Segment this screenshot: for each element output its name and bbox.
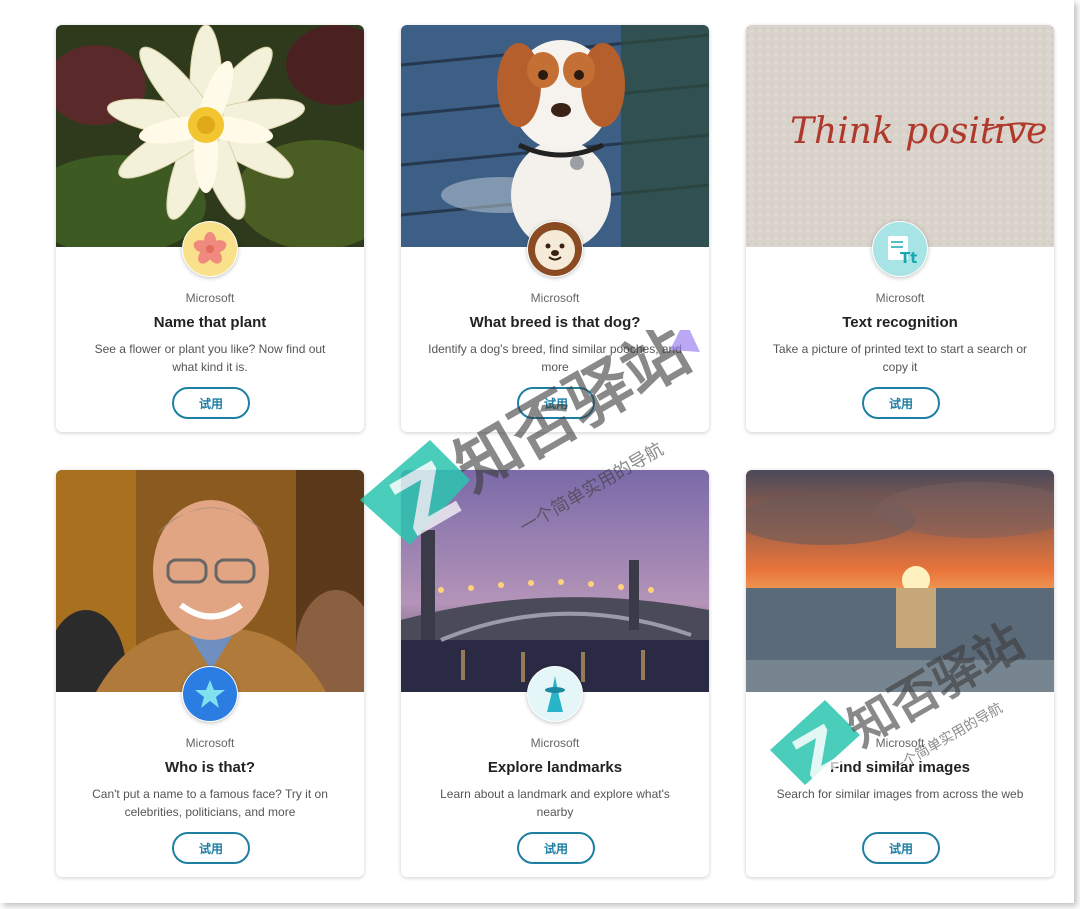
publisher-label: Microsoft — [875, 736, 925, 750]
try-button[interactable]: 试用 — [862, 832, 940, 864]
card-title: Find similar images — [829, 759, 971, 776]
try-button[interactable]: 试用 — [862, 387, 940, 419]
try-button[interactable]: 试用 — [172, 832, 250, 864]
publisher-label: Microsoft — [185, 291, 235, 305]
try-button[interactable]: 试用 — [517, 387, 595, 419]
card-description: Take a picture of printed text to start … — [772, 342, 1028, 374]
card-text-recognition[interactable]: Think positive Tt Microsoft Text recogni… — [746, 25, 1054, 432]
sunset-photo — [746, 470, 1054, 692]
publisher-label: Microsoft — [530, 291, 580, 305]
publisher-label: Microsoft — [875, 291, 925, 305]
puppy-photo — [401, 25, 709, 247]
card-title: Who is that? — [165, 759, 255, 776]
card-explore-landmarks[interactable]: Microsoft Explore landmarks Learn about … — [401, 470, 709, 877]
card-description: Search for similar images from across th… — [776, 787, 1024, 801]
think-positive-photo: Think positive — [746, 25, 1054, 247]
card-what-breed[interactable]: Microsoft What breed is that dog? Identi… — [401, 25, 709, 432]
card-title: Explore landmarks — [487, 759, 623, 776]
card-title: Name that plant — [153, 314, 267, 331]
card-find-similar[interactable]: Microsoft Find similar images Search for… — [746, 470, 1054, 877]
tower-icon — [527, 666, 583, 722]
publisher-label: Microsoft — [530, 736, 580, 750]
try-button[interactable]: 试用 — [172, 387, 250, 419]
star-icon — [182, 666, 238, 722]
card-description: Identify a dog's breed, find similar poo… — [428, 342, 682, 374]
text-icon: Tt — [872, 221, 928, 277]
try-button[interactable]: 试用 — [517, 832, 595, 864]
flower-icon — [182, 221, 238, 277]
card-description: See a flower or plant you like? Now find… — [94, 342, 326, 374]
card-title: What breed is that dog? — [469, 314, 641, 331]
dog-face-icon — [527, 221, 583, 277]
person-photo — [56, 470, 364, 692]
card-name-that-plant[interactable]: Microsoft Name that plant See a flower o… — [56, 25, 364, 432]
card-who-is-that[interactable]: Microsoft Who is that? Can't put a name … — [56, 470, 364, 877]
card-description: Can't put a name to a famous face? Try i… — [92, 787, 328, 819]
app-grid: Microsoft Name that plant See a flower o… — [0, 0, 1080, 909]
water-lily-photo — [56, 25, 364, 247]
publisher-label: Microsoft — [185, 736, 235, 750]
card-description: Learn about a landmark and explore what'… — [440, 787, 670, 819]
bridge-photo — [401, 470, 709, 692]
card-title: Text recognition — [842, 314, 958, 331]
think-positive-text: Think positive — [790, 111, 1047, 152]
svg-text:Tt: Tt — [900, 249, 917, 267]
